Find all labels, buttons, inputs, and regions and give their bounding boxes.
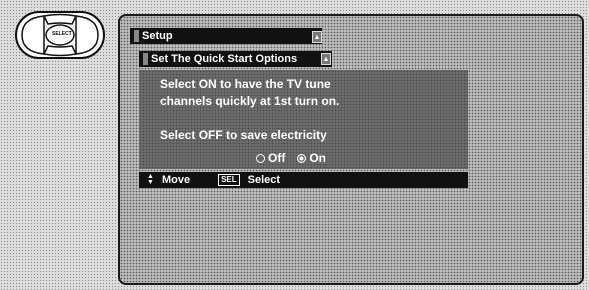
scroll-marker-icon: ▲: [312, 31, 322, 43]
radio-group: Off On: [256, 150, 326, 167]
tv-screen: Setup ▲ Set The Quick Start Options ▲ Se…: [118, 14, 584, 285]
submenu-title-bar: Set The Quick Start Options: [139, 51, 332, 67]
option-off[interactable]: Off: [256, 150, 285, 167]
option-label: Off: [268, 151, 286, 165]
option-on[interactable]: On: [297, 150, 326, 167]
up-down-arrows-icon: ▲ ▼: [147, 173, 154, 186]
menu-title-bar: Setup: [130, 28, 322, 44]
description-line: Select ON to have the TV tune: [160, 77, 331, 91]
description-line: channels quickly at 1st turn on.: [160, 94, 340, 108]
scroll-marker-icon: ▲: [321, 53, 331, 65]
submenu-title: Set The Quick Start Options: [151, 53, 298, 65]
tab-marker-icon: [143, 53, 148, 65]
option-label: On: [309, 151, 326, 165]
radio-unselected-icon: [256, 154, 265, 163]
sel-key-icon: SEL: [218, 174, 240, 186]
move-hint: Move: [161, 174, 191, 186]
radio-selected-icon: [297, 154, 307, 163]
options-panel: Select ON to have the TV tune channels q…: [139, 70, 468, 169]
help-bar: ▲ ▼ Move SEL Select: [139, 172, 468, 188]
description-line: Select OFF to save electricity: [160, 128, 327, 142]
menu-title: Setup: [142, 30, 173, 42]
remote-select-button-label: SELECT: [52, 31, 72, 37]
select-hint: Select: [247, 174, 281, 186]
remote-control-dpad: SELECT: [14, 10, 106, 60]
tab-marker-icon: [134, 30, 139, 42]
